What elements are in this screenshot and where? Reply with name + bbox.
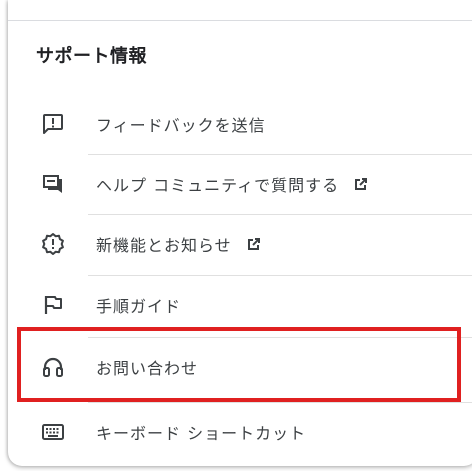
feedback-icon xyxy=(40,111,66,137)
menu-item-text: 新機能とお知らせ xyxy=(96,235,232,255)
forum-icon xyxy=(40,171,66,197)
top-divider xyxy=(8,20,472,21)
menu-item-guide[interactable]: 手順ガイド xyxy=(8,275,472,335)
section-title: サポート情報 xyxy=(36,46,147,67)
open-in-new-icon xyxy=(246,236,262,256)
headset-icon xyxy=(40,354,66,380)
menu-item-keyboard-shortcuts[interactable]: キーボード ショートカット xyxy=(8,402,472,462)
menu-item-label: ヘルプ コミュニティで質問する xyxy=(96,172,369,197)
menu-item-contact[interactable]: お問い合わせ xyxy=(8,337,472,397)
menu-item-label: 新機能とお知らせ xyxy=(96,232,262,257)
flag-icon xyxy=(40,292,66,318)
open-in-new-icon xyxy=(353,176,369,196)
menu-item-label: 手順ガイド xyxy=(96,297,182,316)
menu-item-text: ヘルプ コミュニティで質問する xyxy=(96,175,340,195)
menu-item-help-community[interactable]: ヘルプ コミュニティで質問する xyxy=(8,154,472,214)
keyboard-icon xyxy=(40,419,66,445)
menu-item-label: お問い合わせ xyxy=(96,359,199,378)
menu-item-label: フィードバックを送信 xyxy=(96,116,266,135)
menu-item-feedback[interactable]: フィードバックを送信 xyxy=(8,94,472,154)
new-releases-icon xyxy=(40,231,66,257)
menu-item-label: キーボード ショートカット xyxy=(96,424,307,443)
menu-item-new-features[interactable]: 新機能とお知らせ xyxy=(8,214,472,274)
